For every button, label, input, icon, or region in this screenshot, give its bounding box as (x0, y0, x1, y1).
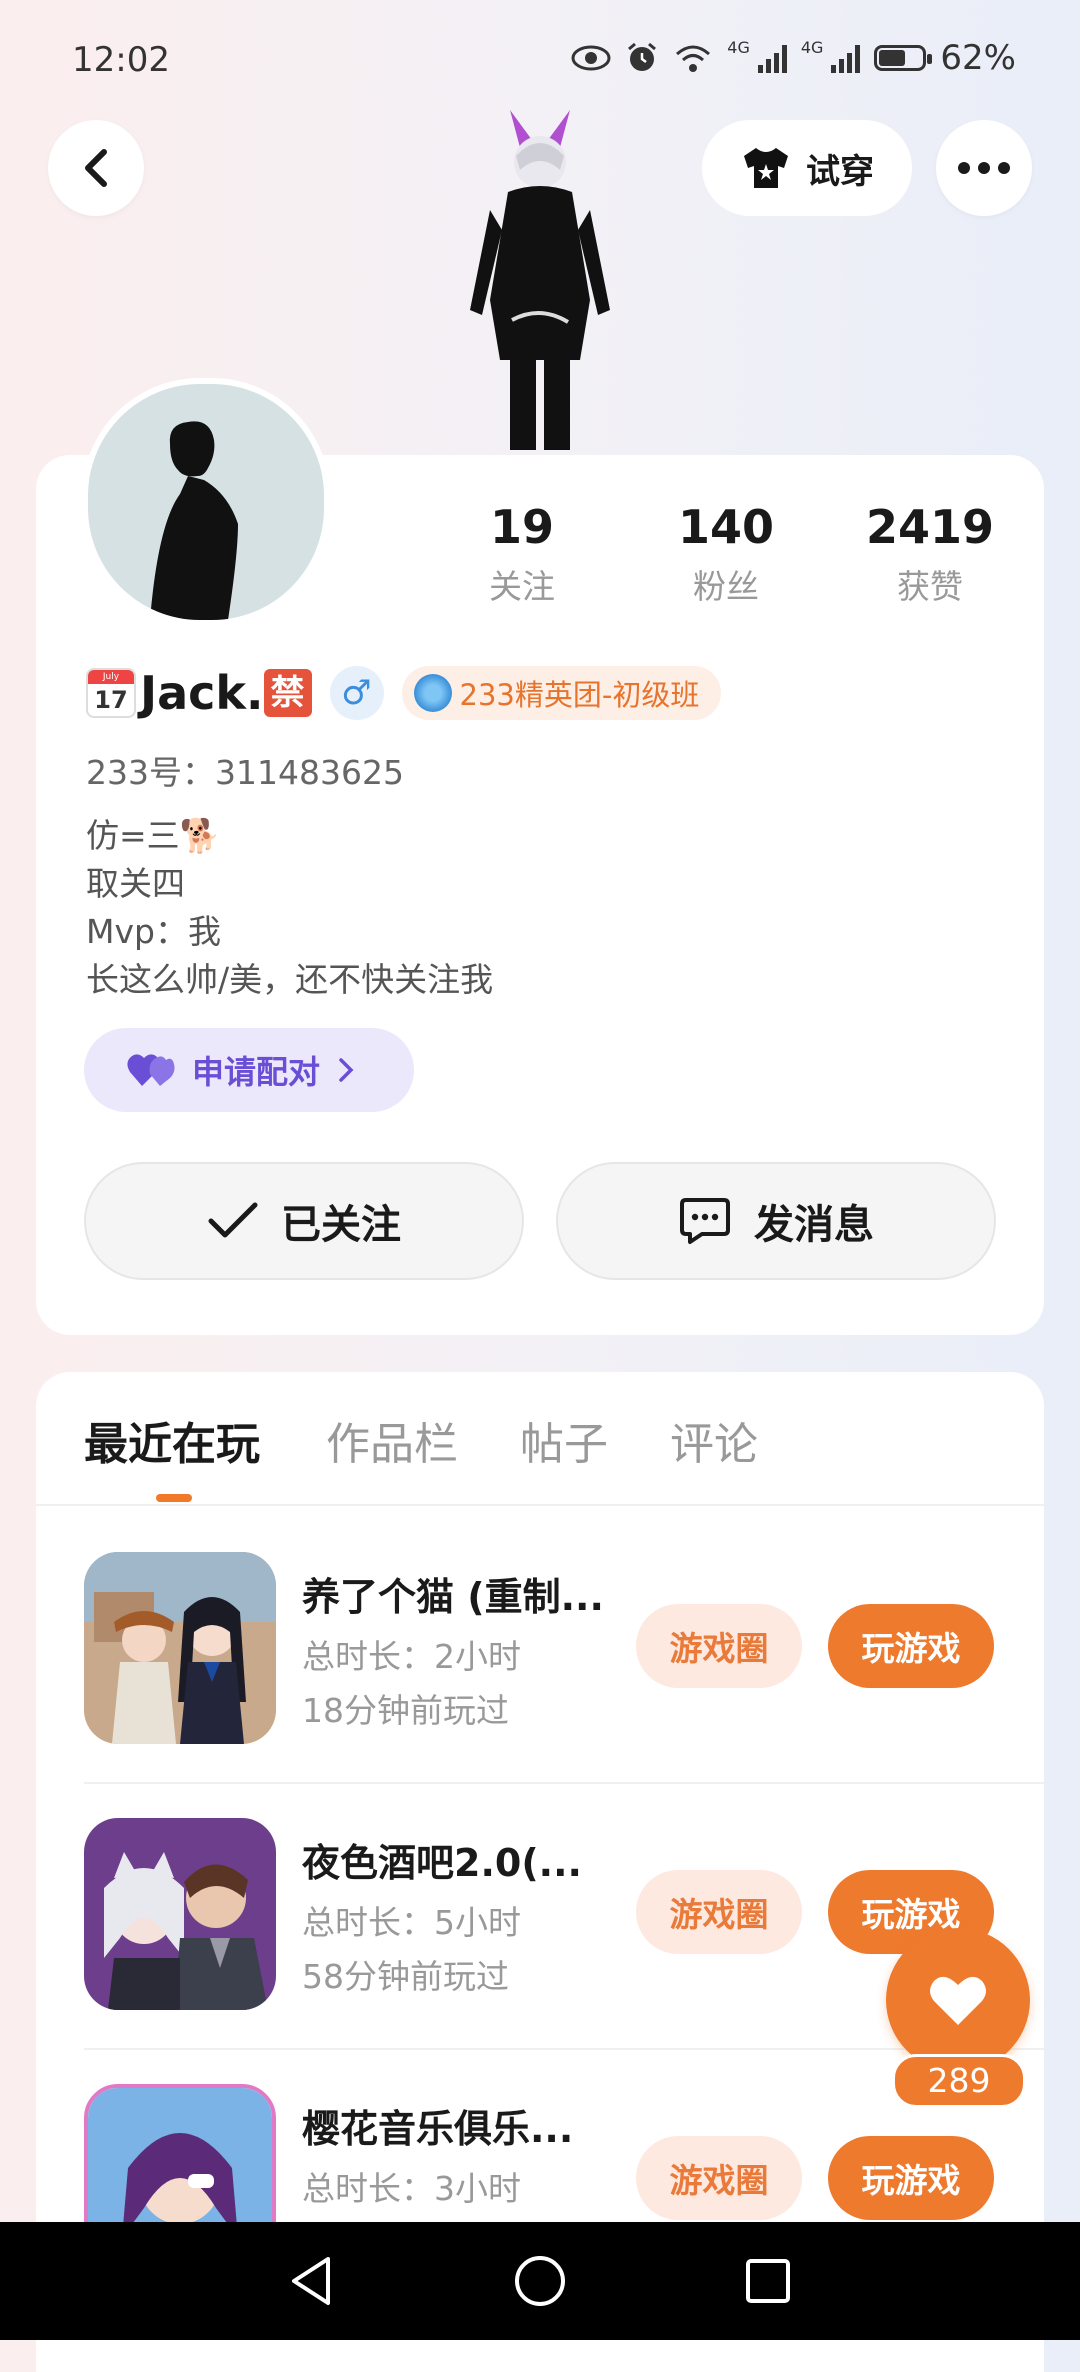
bio-line: 取关四 (86, 864, 185, 903)
heart-pair-icon (127, 1054, 175, 1086)
nav-recents-icon[interactable] (744, 2257, 792, 2305)
try-on-button[interactable]: 试穿 (702, 120, 912, 216)
heart-icon (930, 1976, 986, 2025)
alarm-icon (628, 42, 657, 71)
user-id: 233号：311483625 (86, 753, 404, 792)
list-divider (84, 1782, 1044, 1784)
nav-back-icon[interactable] (288, 2255, 336, 2307)
game-last-played: 18分钟前玩过 (302, 1691, 509, 1730)
nav-home-icon[interactable] (513, 2254, 567, 2308)
battery-percent: 62% (940, 38, 1016, 78)
wifi-icon (676, 45, 711, 72)
bio-line: 仿=三🐕 (86, 816, 221, 855)
try-on-label: 试穿 (806, 151, 874, 192)
stat-likes[interactable]: 2419 获赞 (840, 500, 1020, 608)
net-type-2: 4G (800, 38, 824, 57)
list-item[interactable]: 养了个猫 (重制... 总时长：2小时 18分钟前玩过 游戏圈 玩游戏 (84, 1552, 1004, 1748)
rank-badge-label: 233精英团-初级班 (459, 678, 700, 712)
calendar-day: 17 (94, 686, 128, 714)
rank-badge[interactable]: 233精英团-初级班 (401, 666, 722, 720)
stat-likes-label: 获赞 (897, 567, 963, 606)
game-duration: 总时长：3小时 (302, 2169, 521, 2208)
back-button[interactable] (48, 120, 144, 216)
bio-line: 长这么帅/美，还不快关注我 (86, 960, 494, 999)
tab-divider (36, 1504, 1044, 1506)
tab-indicator (156, 1494, 192, 1502)
stat-fans-count: 140 (677, 500, 775, 554)
stat-following-count: 19 (489, 500, 554, 554)
bio: 仿=三🐕 取关四 Mvp：我 长这么帅/美，还不快关注我 (86, 812, 493, 1004)
list-item[interactable]: 夜色酒吧2.0(... 总时长：5小时 58分钟前玩过 游戏圈 玩游戏 (84, 1818, 1004, 2014)
avatar[interactable] (82, 378, 330, 626)
like-button[interactable] (886, 1928, 1030, 2072)
follow-label: 已关注 (281, 1202, 401, 1248)
follow-button[interactable]: 已关注 (84, 1162, 524, 1280)
more-icon (958, 162, 1010, 174)
bio-line: Mvp：我 (86, 912, 221, 951)
pair-request-label: 申请配对 (192, 1053, 321, 1091)
list-divider (84, 2048, 1044, 2050)
calendar-month: July (88, 670, 134, 684)
system-nav-bar (0, 2222, 1080, 2340)
game-duration: 总时长：5小时 (302, 1903, 521, 1942)
play-game-button[interactable]: 玩游戏 (828, 1604, 994, 1688)
username: Jack. (140, 666, 264, 720)
more-button[interactable] (936, 120, 1032, 216)
stat-fans[interactable]: 140 粉丝 (636, 500, 816, 608)
signal-icon-2 (831, 43, 861, 73)
stat-fans-label: 粉丝 (693, 567, 759, 606)
message-button[interactable]: 发消息 (556, 1162, 996, 1280)
game-circle-button[interactable]: 游戏圈 (636, 2136, 802, 2220)
shirt-icon (744, 148, 788, 188)
battery-icon (874, 45, 933, 71)
stat-following[interactable]: 19 关注 (432, 500, 612, 608)
game-thumbnail (84, 1818, 276, 2010)
like-count: 289 (892, 2054, 1026, 2108)
ban-badge: 禁 (263, 669, 312, 717)
play-game-button[interactable]: 玩游戏 (828, 2136, 994, 2220)
game-title: 樱花音乐俱乐... (302, 2107, 574, 2151)
name-row: July 17 Jack. 禁 ♂ 233精英团-初级班 (86, 662, 722, 724)
pair-request-button[interactable]: 申请配对 (84, 1028, 414, 1112)
status-time: 12:02 (72, 40, 170, 80)
tab-works[interactable]: 作品栏 (326, 1408, 458, 1472)
avatar-figure[interactable] (440, 100, 640, 455)
eye-icon (571, 45, 611, 71)
stat-likes-count: 2419 (865, 500, 995, 554)
chevron-right-icon (339, 1058, 354, 1082)
game-circle-button[interactable]: 游戏圈 (636, 1870, 802, 1954)
stat-following-label: 关注 (489, 567, 555, 606)
rank-badge-icon (413, 674, 452, 712)
message-label: 发消息 (754, 1202, 874, 1248)
game-title: 养了个猫 (重制... (302, 1575, 604, 1619)
game-last-played: 58分钟前玩过 (302, 1957, 509, 1996)
status-icons: 4G 4G 62% (571, 38, 1016, 78)
check-icon (208, 1202, 258, 1238)
signal-icon (757, 43, 787, 73)
chat-icon (680, 1198, 730, 1244)
tab-comments[interactable]: 评论 (670, 1408, 758, 1472)
game-title: 夜色酒吧2.0(... (302, 1841, 582, 1885)
back-icon (85, 149, 107, 187)
game-duration: 总时长：2小时 (302, 1637, 521, 1676)
game-thumbnail (84, 1552, 276, 1744)
tab-recent[interactable]: 最近在玩 (84, 1408, 260, 1472)
game-circle-button[interactable]: 游戏圈 (636, 1604, 802, 1688)
calendar-icon: July 17 (86, 668, 136, 718)
tab-posts[interactable]: 帖子 (520, 1408, 608, 1472)
net-type-1: 4G (727, 38, 750, 57)
gender-male-icon: ♂ (329, 666, 384, 720)
